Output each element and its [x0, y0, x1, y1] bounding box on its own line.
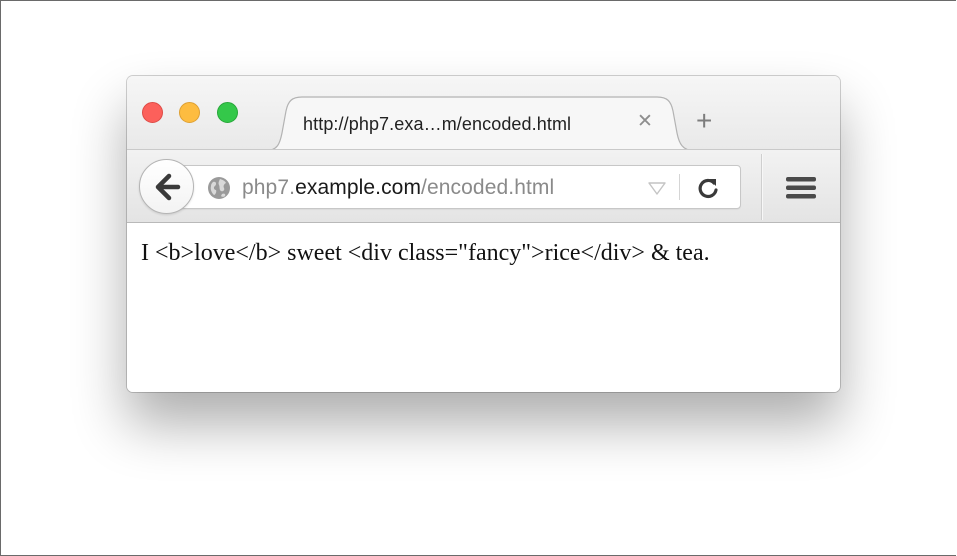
page-text: I <b>love</b> sweet <div class="fancy">r…: [141, 240, 710, 266]
url-path: /encoded.html: [421, 176, 555, 199]
tab-strip: http://php7.exa…m/encoded.html ✕ +: [127, 76, 840, 151]
url-prefix: php7.: [242, 176, 296, 199]
back-button[interactable]: [139, 159, 194, 214]
tab-title: http://php7.exa…m/encoded.html: [303, 114, 572, 134]
window-maximize-button[interactable]: [217, 102, 238, 123]
url-domain: example.com: [295, 176, 422, 199]
page-content: I <b>love</b> sweet <div class="fancy">r…: [127, 223, 840, 392]
reload-icon[interactable]: [697, 177, 719, 199]
window-close-button[interactable]: [142, 102, 163, 123]
navigation-bar: php7.example.com/encoded.html: [127, 149, 840, 223]
globe-icon[interactable]: [207, 176, 231, 200]
new-tab-button[interactable]: +: [696, 106, 712, 136]
url-bar-divider: [679, 174, 680, 200]
url-text[interactable]: php7.example.com/encoded.html: [242, 176, 554, 200]
toolbar-divider: [761, 154, 762, 220]
hamburger-menu-icon[interactable]: [786, 176, 816, 200]
window-minimize-button[interactable]: [179, 102, 200, 123]
browser-window: http://php7.exa…m/encoded.html ✕ + php7.…: [127, 76, 840, 392]
dropdown-triangle-icon[interactable]: [648, 182, 666, 195]
tab-close-icon[interactable]: ✕: [637, 110, 653, 134]
back-arrow-icon: [155, 173, 181, 201]
